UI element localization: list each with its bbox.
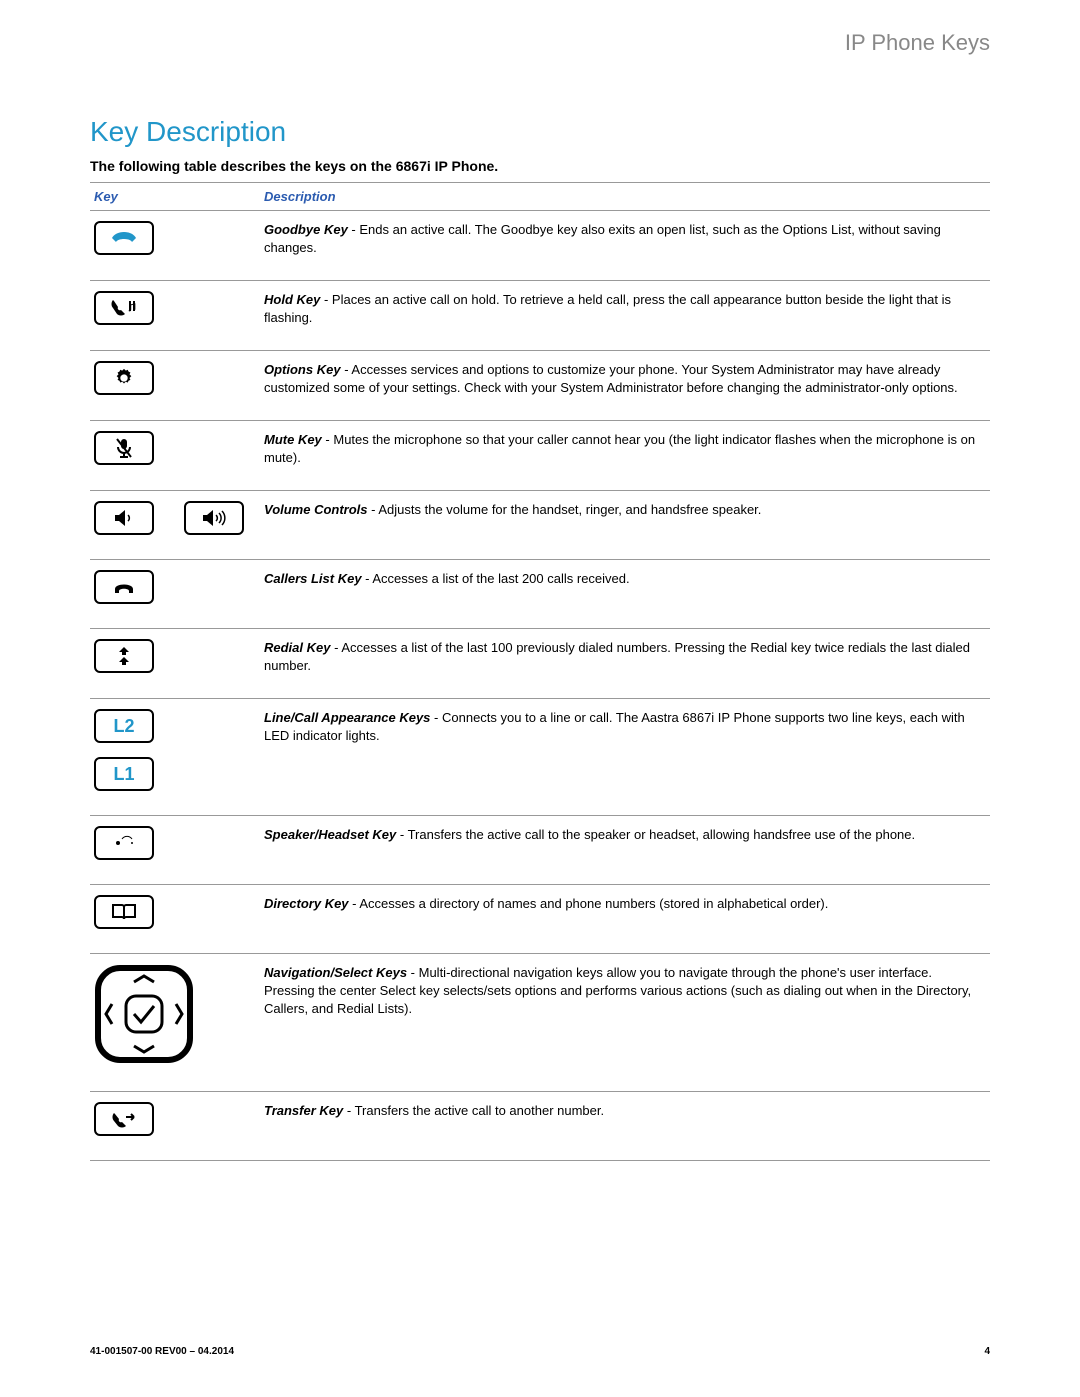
row-text: Places an active call on hold. To retrie… <box>264 292 951 325</box>
row-label: Callers List Key <box>264 571 362 586</box>
volume-up-icon <box>184 501 244 535</box>
row-label: Directory Key <box>264 896 349 911</box>
options-key-icon <box>94 361 154 395</box>
footer-page-number: 4 <box>984 1346 990 1357</box>
row-label: Navigation/Select Keys <box>264 965 407 980</box>
table-row: L2 L1 Line/Call Appearance Keys - Connec… <box>90 699 990 816</box>
row-text: Mutes the microphone so that your caller… <box>264 432 975 465</box>
row-label: Goodbye Key <box>264 222 348 237</box>
col-header-description: Description <box>260 183 990 211</box>
row-text: Adjusts the volume for the handset, ring… <box>378 502 761 517</box>
col-header-key: Key <box>90 183 260 211</box>
callers-list-key-icon <box>94 570 154 604</box>
row-sep: - <box>320 292 332 307</box>
row-label: Hold Key <box>264 292 320 307</box>
row-label: Line/Call Appearance Keys <box>264 710 430 725</box>
table-row: Navigation/Select Keys - Multi-direction… <box>90 954 990 1092</box>
row-text: Accesses a directory of names and phone … <box>359 896 828 911</box>
table-row: Mute Key - Mutes the microphone so that … <box>90 421 990 491</box>
row-label: Transfer Key <box>264 1103 343 1118</box>
navigation-select-keys-icon <box>94 964 194 1067</box>
row-sep: - <box>341 362 352 377</box>
row-sep: - <box>362 571 373 586</box>
row-sep: - <box>407 965 419 980</box>
row-sep: - <box>349 896 360 911</box>
table-row: Options Key - Accesses services and opti… <box>90 351 990 421</box>
row-label: Speaker/Headset Key <box>264 827 396 842</box>
section-title: Key Description <box>90 116 990 148</box>
table-row: Callers List Key - Accesses a list of th… <box>90 560 990 629</box>
svg-text:♫: ♫ <box>127 298 138 314</box>
line-key-l2-icon: L2 <box>94 709 154 743</box>
row-sep: - <box>368 502 379 517</box>
directory-key-icon <box>94 895 154 929</box>
table-row: Goodbye Key - Ends an active call. The G… <box>90 211 990 281</box>
row-sep: - <box>348 222 360 237</box>
table-row: ♫ Hold Key - Places an active call on ho… <box>90 281 990 351</box>
row-label: Redial Key <box>264 640 330 655</box>
footer-docid: 41-001507-00 REV00 – 04.2014 <box>90 1346 234 1357</box>
key-description-table: Key Description Goodbye Key - Ends an ac… <box>90 182 990 1161</box>
goodbye-key-icon <box>94 221 154 255</box>
hold-key-icon: ♫ <box>94 291 154 325</box>
row-label: Options Key <box>264 362 341 377</box>
table-row: Volume Controls - Adjusts the volume for… <box>90 491 990 560</box>
intro-text: The following table describes the keys o… <box>90 158 990 174</box>
row-sep: - <box>343 1103 354 1118</box>
page-header-title: IP Phone Keys <box>90 30 990 56</box>
row-label: Volume Controls <box>264 502 368 517</box>
speaker-headset-key-icon <box>94 826 154 860</box>
table-row: Transfer Key - Transfers the active call… <box>90 1092 990 1161</box>
volume-down-icon <box>94 501 154 535</box>
line-key-l1-icon: L1 <box>94 757 154 791</box>
transfer-key-icon <box>94 1102 154 1136</box>
row-sep: - <box>430 710 442 725</box>
table-row: Speaker/Headset Key - Transfers the acti… <box>90 816 990 885</box>
row-text: Accesses a list of the last 200 calls re… <box>372 571 629 586</box>
row-label: Mute Key <box>264 432 322 447</box>
table-row: Directory Key - Accesses a directory of … <box>90 885 990 954</box>
row-text: Transfers the active call to another num… <box>355 1103 605 1118</box>
redial-key-icon <box>94 639 154 673</box>
row-text: Transfers the active call to the speaker… <box>408 827 916 842</box>
mute-key-icon <box>94 431 154 465</box>
row-sep: - <box>322 432 334 447</box>
row-text: Ends an active call. The Goodbye key als… <box>264 222 941 255</box>
row-text: Accesses a list of the last 100 previous… <box>264 640 970 673</box>
row-sep: - <box>396 827 407 842</box>
row-text: Accesses services and options to customi… <box>264 362 958 395</box>
table-row: Redial Key - Accesses a list of the last… <box>90 629 990 699</box>
row-sep: - <box>330 640 341 655</box>
